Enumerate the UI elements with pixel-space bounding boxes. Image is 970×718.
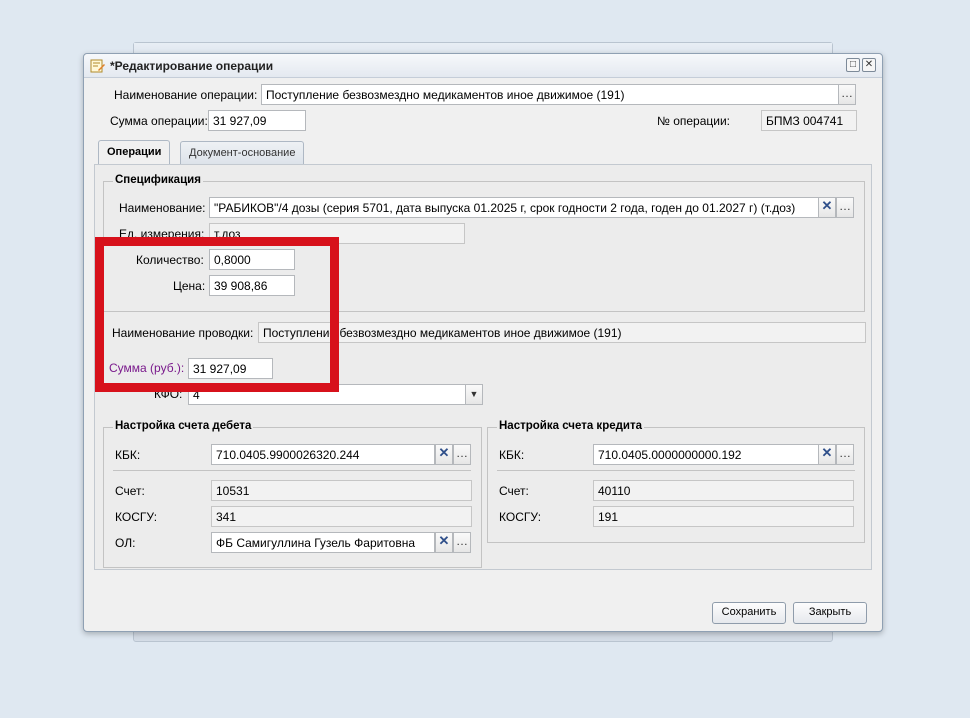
debit-account-field[interactable]: 10531 (211, 480, 472, 501)
credit-kosgu-field[interactable]: 191 (593, 506, 854, 527)
spec-name-label: Наименование: (119, 201, 206, 215)
debit-kosgu-field[interactable]: 341 (211, 506, 472, 527)
highlight-annotation-box (95, 237, 339, 392)
operation-name-select-button[interactable]: … (838, 84, 856, 105)
tab-source-document[interactable]: Документ-основание (180, 141, 305, 164)
debit-ol-select-button[interactable]: … (453, 532, 471, 553)
spec-name-field[interactable]: "РАБИКОВ"/4 дозы (серия 5701, дата выпус… (209, 197, 819, 218)
maximize-button[interactable]: □ (846, 58, 860, 72)
credit-account-label: Счет: (499, 484, 529, 498)
posting-name-field[interactable]: Поступление безвозмездно медикаментов ин… (258, 322, 866, 343)
credit-kbk-select-button[interactable]: … (836, 444, 854, 465)
dialog-titlebar[interactable]: *Редактирование операции □ ✕ (84, 54, 882, 78)
debit-kosgu-label: КОСГУ: (115, 510, 158, 524)
debit-kbk-clear-button[interactable]: ✕ (435, 444, 453, 465)
debit-kbk-label: КБК: (115, 448, 141, 462)
operation-sum-field[interactable]: 31 927,09 (208, 110, 306, 131)
operation-number-field[interactable]: БПМЗ 004741 (761, 110, 857, 131)
debit-ol-field[interactable]: ФБ Самигуллина Гузель Фаритовна (211, 532, 435, 553)
edit-document-icon (90, 59, 105, 73)
spec-name-clear-button[interactable]: ✕ (818, 197, 836, 218)
credit-kbk-field[interactable]: 710.0405.0000000000.192 (593, 444, 819, 465)
specification-title: Спецификация (113, 174, 203, 186)
save-button[interactable]: Сохранить (712, 602, 786, 624)
debit-ol-label: ОЛ: (115, 536, 136, 550)
dialog-title: *Редактирование операции (110, 59, 274, 73)
operation-sum-label: Сумма операции: (110, 114, 208, 128)
credit-separator (497, 470, 855, 471)
debit-kbk-select-button[interactable]: … (453, 444, 471, 465)
credit-account-field[interactable]: 40110 (593, 480, 854, 501)
kfo-dropdown-button[interactable]: ▼ (465, 384, 483, 405)
close-button[interactable]: Закрыть (793, 602, 867, 624)
operation-name-field[interactable]: Поступление безвозмездно медикаментов ин… (261, 84, 839, 105)
close-window-button[interactable]: ✕ (862, 58, 876, 72)
credit-kbk-label: КБК: (499, 448, 525, 462)
debit-title: Настройка счета дебета (113, 420, 254, 432)
debit-account-label: Счет: (115, 484, 145, 498)
credit-title: Настройка счета кредита (497, 420, 645, 432)
debit-ol-clear-button[interactable]: ✕ (435, 532, 453, 553)
tab-operations[interactable]: Операции (98, 140, 171, 164)
credit-kbk-clear-button[interactable]: ✕ (818, 444, 836, 465)
operation-number-label: № операции: (657, 114, 731, 128)
debit-separator (113, 470, 471, 471)
operation-name-label: Наименование операции: (114, 88, 258, 102)
spec-name-select-button[interactable]: … (836, 197, 854, 218)
debit-kbk-field[interactable]: 710.0405.9900026320.244 (211, 444, 435, 465)
credit-kosgu-label: КОСГУ: (499, 510, 542, 524)
